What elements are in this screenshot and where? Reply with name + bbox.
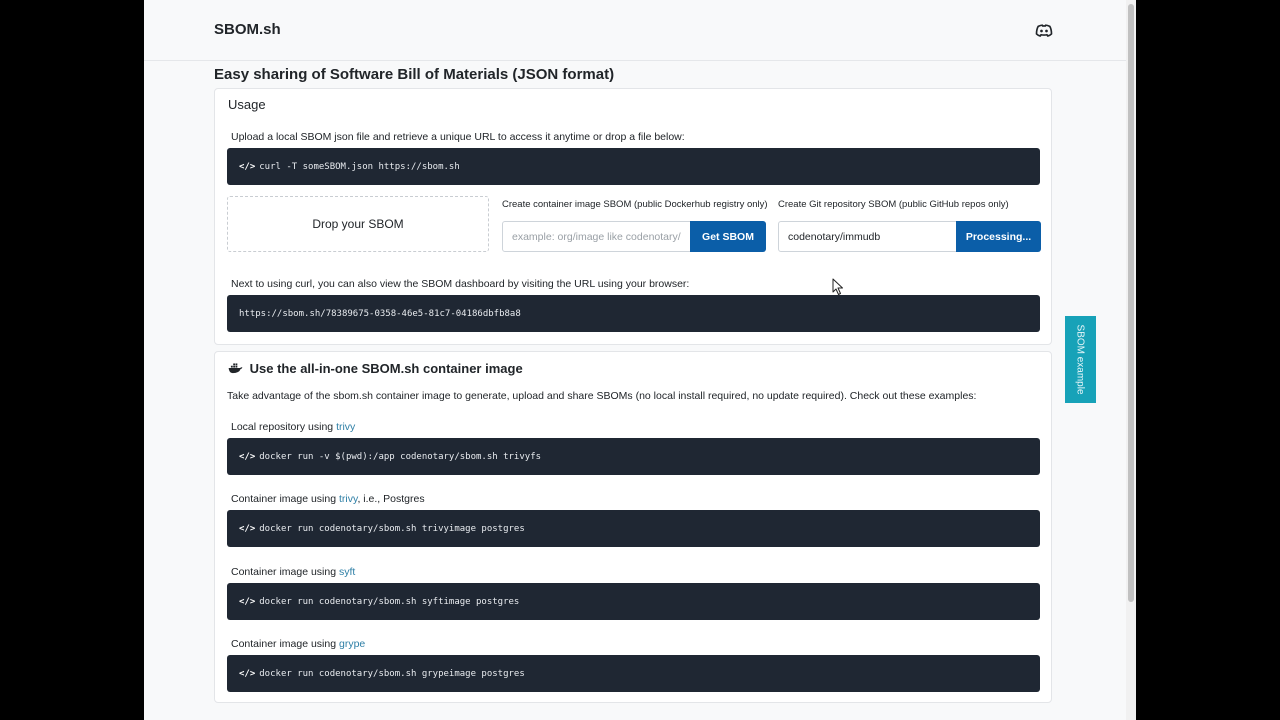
navbar: SBOM.sh (144, 0, 1126, 61)
example-suffix: , i.e., Postgres (357, 493, 425, 505)
example-label: Local repository using trivy (231, 421, 355, 433)
syft-link[interactable]: syft (339, 566, 355, 578)
example-code-block[interactable]: </> docker run codenotary/sbom.sh grypei… (227, 655, 1040, 692)
git-sbom-label: Create Git repository SBOM (public GitHu… (778, 199, 1009, 210)
sbom-dropzone[interactable]: Drop your SBOM (227, 196, 489, 252)
curl-code-block[interactable]: </> curl -T someSBOM.json https://sbom.s… (227, 148, 1040, 185)
brand-logo[interactable]: SBOM.sh (214, 21, 281, 38)
example-code-block[interactable]: </> docker run -v $(pwd):/app codenotary… (227, 438, 1040, 475)
code-icon: </> (239, 668, 256, 679)
example-label: Container image using syft (231, 566, 355, 578)
container-intro: Take advantage of the sbom.sh container … (227, 390, 977, 402)
git-repo-input[interactable] (778, 221, 958, 252)
example-command: docker run codenotary/sbom.sh trivyimage… (259, 523, 525, 534)
example-command: docker run codenotary/sbom.sh grypeimage… (259, 668, 525, 679)
curl-command: curl -T someSBOM.json https://sbom.sh (259, 161, 460, 172)
page-headline: Easy sharing of Software Bill of Materia… (214, 66, 615, 83)
discord-icon[interactable] (1034, 21, 1054, 41)
browser-page: SBOM.sh Easy sharing of Software Bill of… (144, 0, 1136, 720)
usage-title: Usage (228, 97, 266, 112)
trivy-link[interactable]: trivy (336, 421, 355, 433)
example-code-block[interactable]: </> docker run codenotary/sbom.sh trivyi… (227, 510, 1040, 547)
grype-link[interactable]: grype (339, 638, 365, 650)
dropzone-label: Drop your SBOM (312, 217, 404, 231)
processing-button[interactable]: Processing... (956, 221, 1041, 252)
example-label: Container image using grype (231, 638, 365, 650)
example-prefix: Container image using (231, 638, 339, 650)
code-icon: </> (239, 161, 256, 172)
container-sbom-label: Create container image SBOM (public Dock… (502, 199, 768, 210)
example-label: Container image using trivy, i.e., Postg… (231, 493, 425, 505)
dashboard-instructions: Next to using curl, you can also view th… (231, 278, 690, 290)
container-card: Use the all-in-one SBOM.sh container ima… (214, 351, 1052, 703)
example-code-block[interactable]: </> docker run codenotary/sbom.sh syftim… (227, 583, 1040, 620)
code-icon: </> (239, 523, 256, 534)
example-prefix: Container image using (231, 493, 339, 505)
container-section-title: Use the all-in-one SBOM.sh container ima… (228, 361, 523, 376)
upload-instructions: Upload a local SBOM json file and retrie… (231, 131, 685, 143)
get-sbom-button[interactable]: Get SBOM (690, 221, 766, 252)
code-icon: </> (239, 596, 256, 607)
docker-whale-icon (228, 363, 243, 374)
usage-card: Usage Upload a local SBOM json file and … (214, 88, 1052, 345)
example-command: docker run -v $(pwd):/app codenotary/sbo… (259, 451, 542, 462)
container-image-input[interactable] (502, 221, 691, 252)
page-scrollbar[interactable] (1126, 0, 1136, 720)
dashboard-url-block[interactable]: https://sbom.sh/78389675-0358-46e5-81c7-… (227, 295, 1040, 332)
sbom-example-tab-label: SBOM example (1075, 324, 1086, 395)
container-section-title-text: Use the all-in-one SBOM.sh container ima… (249, 361, 523, 376)
sbom-example-tab[interactable]: SBOM example (1065, 316, 1096, 403)
mouse-cursor-icon (832, 278, 843, 295)
example-prefix: Local repository using (231, 421, 337, 433)
dashboard-url[interactable]: https://sbom.sh/78389675-0358-46e5-81c7-… (239, 309, 521, 319)
example-command: docker run codenotary/sbom.sh syftimage … (259, 596, 520, 607)
trivy-link[interactable]: trivy (339, 493, 357, 505)
code-icon: </> (239, 451, 256, 462)
example-prefix: Container image using (231, 566, 339, 578)
scrollbar-thumb[interactable] (1128, 4, 1134, 602)
